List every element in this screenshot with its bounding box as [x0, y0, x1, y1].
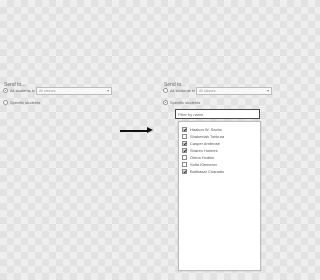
student-checkbox[interactable]	[182, 148, 187, 153]
filter-by-name-input[interactable]: Filter by name	[175, 109, 260, 119]
student-list-item[interactable]: Casper Ambrose	[182, 141, 220, 146]
student-checkbox[interactable]	[182, 155, 187, 160]
student-checkbox[interactable]	[182, 162, 187, 167]
all-students-option[interactable]: All students in	[163, 88, 195, 93]
specific-students-radio[interactable]	[163, 100, 168, 105]
student-name: Sharen Holmes	[190, 148, 218, 153]
arrow-shaft	[120, 130, 148, 132]
student-name: Balthasar Charadis	[190, 169, 225, 174]
specific-students-label: Specific students	[10, 100, 41, 105]
class-select-value: All classes	[39, 89, 56, 93]
student-checkbox[interactable]	[182, 141, 187, 146]
send-to-panel-before: Send to... All students in All classes S…	[0, 79, 112, 111]
student-list-item[interactable]: Olena Hodkin	[182, 155, 214, 160]
chevron-down-icon	[267, 90, 269, 92]
student-checkbox[interactable]	[182, 134, 187, 139]
chevron-down-icon	[107, 90, 109, 92]
student-list-item[interactable]: Haakon W. Sachs	[182, 127, 222, 132]
specific-students-option[interactable]: Specific students	[163, 100, 200, 105]
specific-students-option[interactable]: Specific students	[3, 100, 40, 105]
specific-students-radio[interactable]	[3, 100, 8, 105]
right-arrow-icon	[120, 126, 154, 136]
class-select-value: All classes	[199, 89, 216, 93]
student-name: Sofia Klemerov	[190, 162, 218, 167]
all-students-label: All students in	[170, 88, 195, 93]
class-select[interactable]: All classes	[36, 87, 112, 95]
all-students-label: All students in	[10, 88, 35, 93]
student-list: Haakon W. Sachs Shakeelah Tohkura Casper…	[178, 121, 261, 271]
student-name: Casper Ambrose	[190, 141, 220, 146]
class-select[interactable]: All classes	[196, 87, 272, 95]
student-list-item[interactable]: Sofia Klemerov	[182, 162, 217, 167]
all-students-radio[interactable]	[3, 88, 8, 93]
student-list-item[interactable]: Balthasar Charadis	[182, 169, 224, 174]
filter-placeholder: Filter by name	[178, 112, 204, 117]
arrow-head	[147, 127, 153, 133]
student-name: Haakon W. Sachs	[190, 127, 222, 132]
specific-students-label: Specific students	[170, 100, 201, 105]
student-name: Shakeelah Tohkura	[190, 134, 225, 139]
all-students-radio[interactable]	[163, 88, 168, 93]
send-to-panel-after: Send to... All students in All classes S…	[160, 79, 273, 274]
student-checkbox[interactable]	[182, 169, 187, 174]
all-students-option[interactable]: All students in	[3, 88, 35, 93]
student-list-item[interactable]: Shakeelah Tohkura	[182, 134, 224, 139]
student-list-item[interactable]: Sharen Holmes	[182, 148, 218, 153]
student-name: Olena Hodkin	[190, 155, 215, 160]
student-checkbox[interactable]	[182, 127, 187, 132]
